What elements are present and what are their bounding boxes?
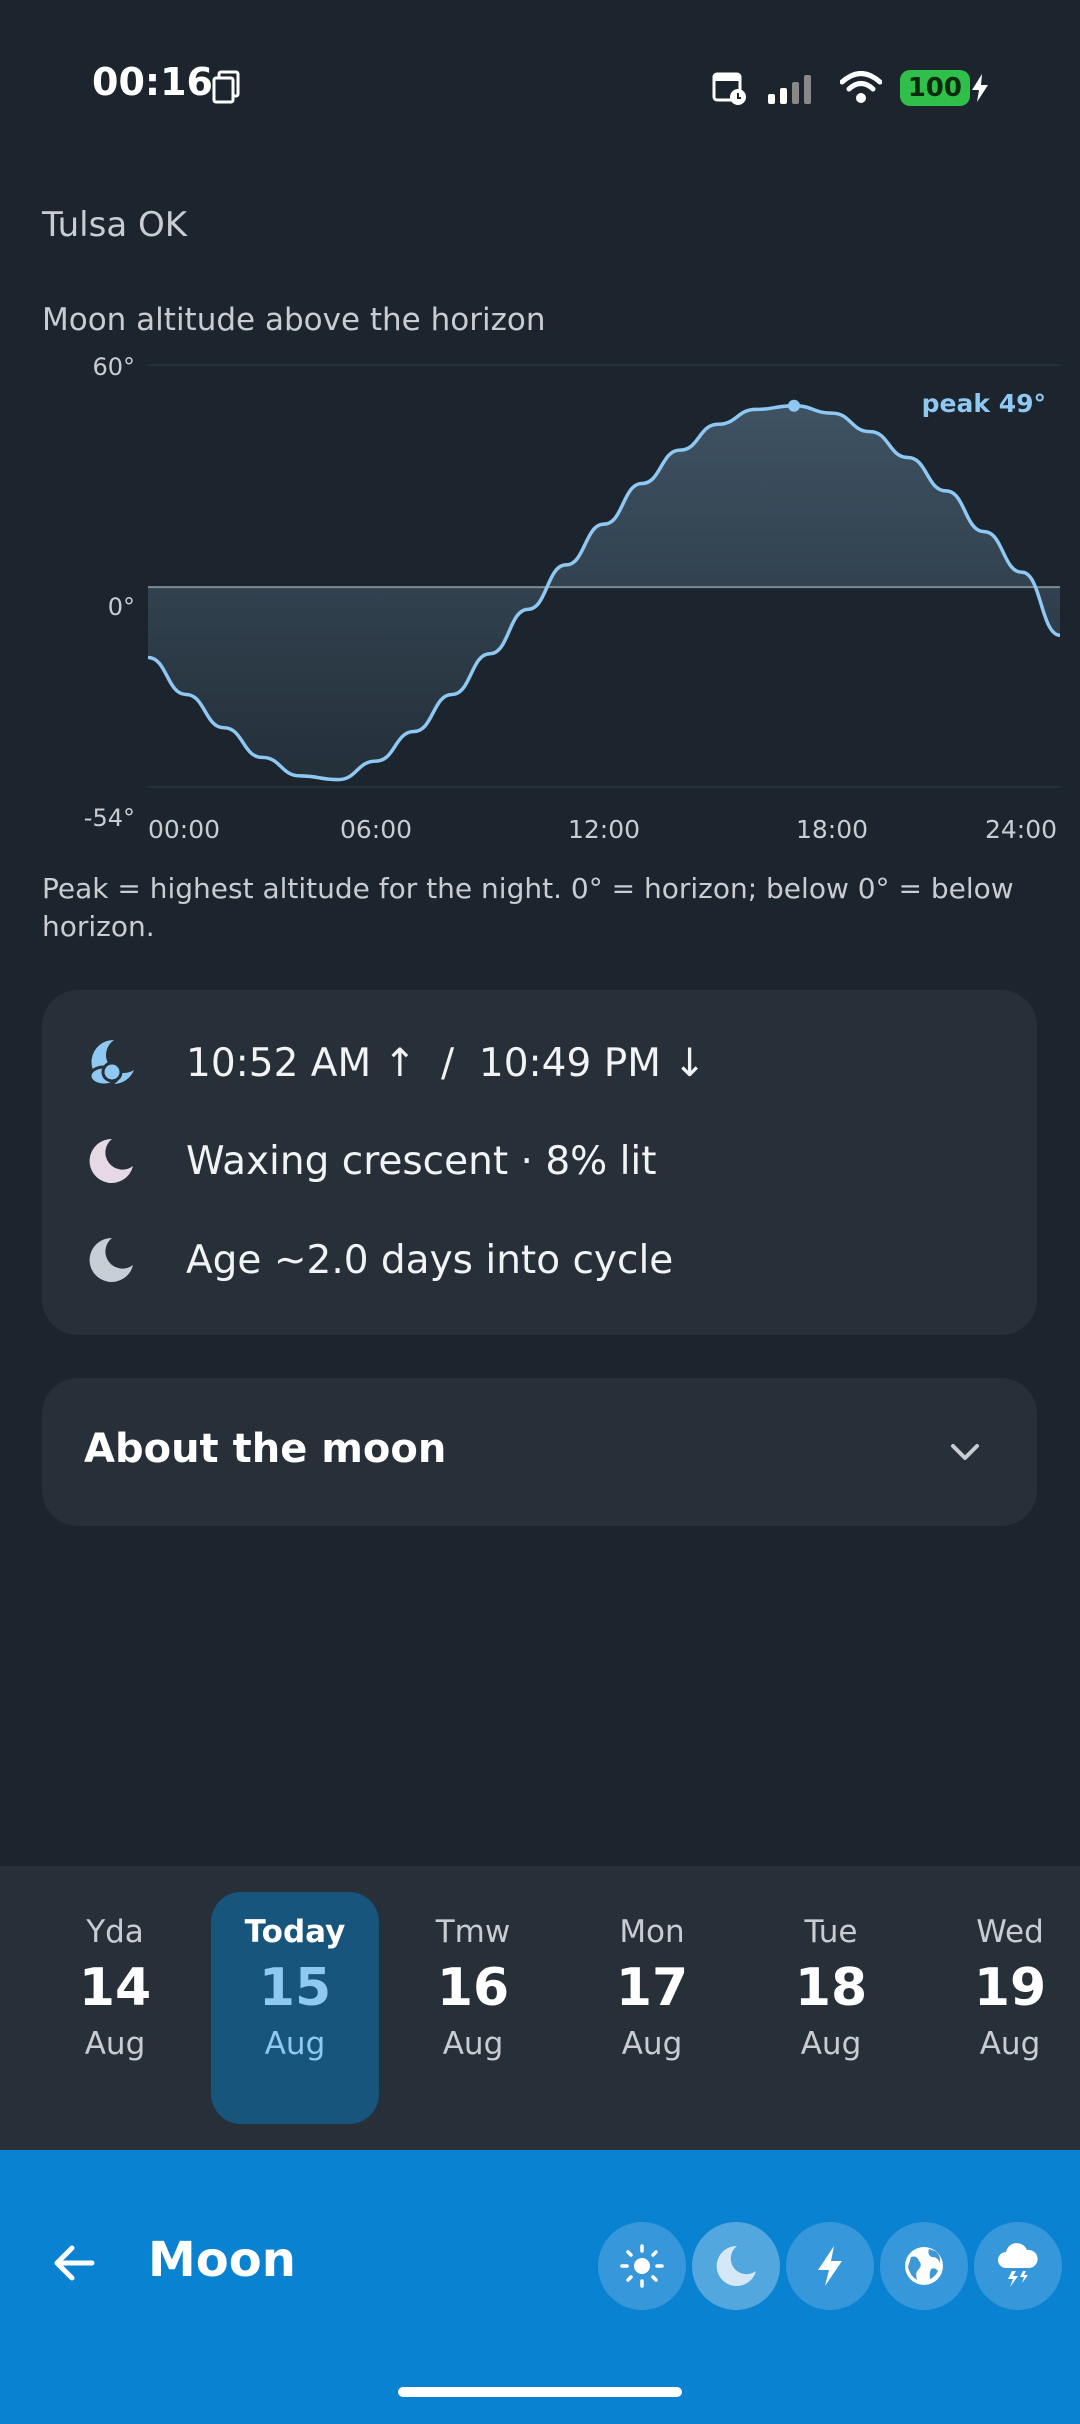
y-tick-zero: 0° <box>108 593 135 621</box>
back-arrow-icon[interactable] <box>42 2230 108 2296</box>
charging-icon <box>972 74 988 102</box>
bottom-app-bar: Moon <box>0 2150 1080 2424</box>
day-name: Mon <box>619 1914 685 1950</box>
battery-level: 100 <box>899 70 970 106</box>
phase-row: Waxing crescent · 8% lit <box>84 1134 657 1188</box>
moon-cloud-icon <box>84 1036 138 1090</box>
day-date: 19 <box>973 1958 1047 2018</box>
sun-nav-button[interactable] <box>598 2222 686 2310</box>
storm-nav-button[interactable] <box>974 2222 1062 2310</box>
day-today[interactable]: Today 15 Aug <box>211 1892 379 2124</box>
sun-icon <box>620 2244 664 2288</box>
moon-age-icon <box>84 1233 138 1287</box>
status-icons: 100 <box>712 66 990 110</box>
day-month: Aug <box>979 2026 1041 2062</box>
chart-title: Moon altitude above the horizon <box>42 302 546 338</box>
day-name: Tmw <box>435 1914 511 1950</box>
x-tick-label: 06:00 <box>340 815 412 844</box>
altitude-area <box>148 405 1060 780</box>
lightning-nav-button[interactable] <box>786 2222 874 2310</box>
age-row: Age ~2.0 days into cycle <box>84 1233 673 1287</box>
day-name: Today <box>244 1914 346 1950</box>
day-month: Aug <box>800 2026 862 2062</box>
moon-icon <box>716 2245 756 2286</box>
x-tick-label: 12:00 <box>568 815 640 844</box>
about-title: About the moon <box>84 1426 447 1472</box>
screenshot-notification-icon <box>212 70 240 104</box>
day-month: Aug <box>621 2026 683 2062</box>
day-date: 17 <box>615 1958 689 2018</box>
globe-icon <box>905 2247 943 2285</box>
phase-text: Waxing crescent · 8% lit <box>186 1138 657 1184</box>
storm-icon <box>998 2243 1038 2287</box>
rise-set-text: 10:52 AM ↑ / 10:49 PM ↓ <box>186 1040 706 1086</box>
chevron-down-icon[interactable] <box>945 1432 985 1472</box>
day-date: 14 <box>78 1958 152 2018</box>
day-month: Aug <box>442 2026 504 2062</box>
status-time: 00:16 <box>92 60 213 104</box>
lightning-icon <box>818 2246 842 2286</box>
day-tomorrow[interactable]: Tmw 16 Aug <box>389 1892 557 2124</box>
moon-altitude-chart: peak 49° 60° 0° -54° 00:00 06:00 12:00 18:0… <box>84 353 1061 844</box>
day-name: Yda <box>86 1914 144 1950</box>
peak-label: peak 49° <box>922 389 1046 418</box>
moon-info-card: 10:52 AM ↑ / 10:49 PM ↓ Waxing crescent … <box>42 990 1037 1335</box>
x-tick-label: 00:00 <box>148 815 220 844</box>
x-tick-label: 24:00 <box>985 815 1057 844</box>
peak-marker <box>788 399 800 412</box>
home-indicator[interactable] <box>398 2387 682 2397</box>
moon-nav-button[interactable] <box>692 2222 780 2310</box>
day-month: Aug <box>264 2026 326 2062</box>
day-date: 18 <box>794 1958 868 2018</box>
location-label: Tulsa OK <box>42 205 188 245</box>
day-selector: Yda 14 Aug Today 15 Aug Tmw 16 Aug Mon 1… <box>0 1866 1080 2150</box>
age-text: Age ~2.0 days into cycle <box>186 1237 674 1283</box>
day-date: 16 <box>436 1958 510 2018</box>
day-name: Wed <box>976 1914 1044 1950</box>
day-month: Aug <box>84 2026 146 2062</box>
y-tick-bottom: -54° <box>84 804 135 832</box>
screen-title: Moon <box>148 2232 296 2288</box>
rise-set-row: 10:52 AM ↑ / 10:49 PM ↓ <box>84 1036 706 1090</box>
chart-note: Peak = highest altitude for the night. 0… <box>42 872 1014 943</box>
y-tick-top: 60° <box>92 353 135 381</box>
signal-icon <box>767 75 811 104</box>
day-name: Tue <box>804 1914 858 1950</box>
day-yesterday[interactable]: Yda 14 Aug <box>31 1892 199 2124</box>
globe-nav-button[interactable] <box>880 2222 968 2310</box>
calendar-alarm-icon <box>712 72 746 105</box>
day-wednesday[interactable]: Wed 19 Aug <box>926 1892 1080 2124</box>
crescent-moon-icon <box>84 1134 138 1188</box>
about-moon-expander[interactable]: About the moon <box>42 1378 1037 1526</box>
day-date: 15 <box>258 1958 332 2018</box>
wifi-icon <box>839 71 882 103</box>
day-monday[interactable]: Mon 17 Aug <box>568 1892 736 2124</box>
x-tick-label: 18:00 <box>796 815 868 844</box>
day-tuesday[interactable]: Tue 18 Aug <box>747 1892 915 2124</box>
